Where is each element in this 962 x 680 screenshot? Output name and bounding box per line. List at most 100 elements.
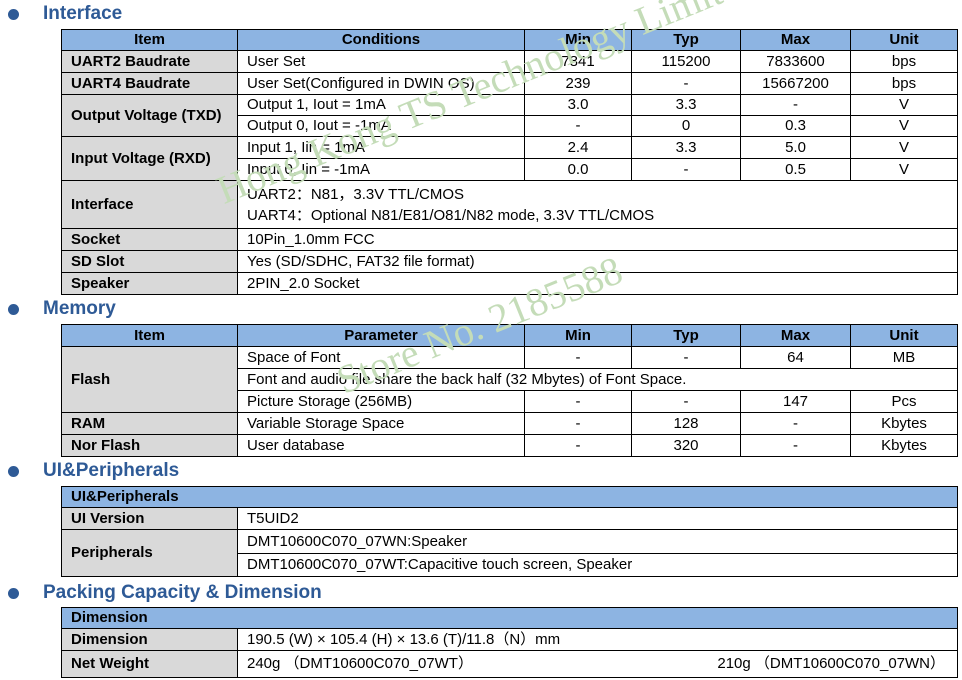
sd-slot-value: Yes (SD/SDHC, FAT32 file format) bbox=[237, 250, 958, 273]
bullet-icon bbox=[8, 465, 19, 477]
section-interface: Interface bbox=[0, 3, 122, 25]
output1-conditions: Output 1, Iout = 1mA bbox=[237, 94, 525, 116]
ram-param: Variable Storage Space bbox=[237, 412, 525, 435]
uart4-min: 239 bbox=[524, 72, 632, 95]
uart4-typ: - bbox=[631, 72, 741, 95]
output0-typ: 0 bbox=[631, 115, 741, 137]
packing-table: Dimension Dimension 190.5 (W) × 105.4 (H… bbox=[61, 607, 958, 678]
flash-font-unit: MB bbox=[850, 346, 958, 369]
input1-typ: 3.3 bbox=[631, 136, 741, 159]
peripherals-wt: DMT10600C070_07WT:Capacitive touch scree… bbox=[237, 553, 958, 577]
output-voltage-label: Output Voltage (TXD) bbox=[61, 94, 238, 137]
nor-flash-param: User database bbox=[237, 434, 525, 457]
flash-picture-min: - bbox=[524, 390, 632, 413]
interface-label: Interface bbox=[61, 180, 238, 229]
ui-version-value: T5UID2 bbox=[237, 507, 958, 530]
input0-min: 0.0 bbox=[524, 158, 632, 181]
input1-conditions: Input 1, Iin = 1mA bbox=[237, 136, 525, 159]
nor-flash-max: - bbox=[740, 434, 851, 457]
input1-max: 5.0 bbox=[740, 136, 851, 159]
input0-conditions: Input 0, Iin = -1mA bbox=[237, 158, 525, 181]
uart2-conditions: User Set bbox=[237, 50, 525, 73]
interface-table: Item Conditions Min Typ Max Unit UART2 B… bbox=[61, 29, 958, 295]
ui-peripherals-table: UI&Peripherals UI Version T5UID2 Periphe… bbox=[61, 486, 958, 577]
ram-min: - bbox=[524, 412, 632, 435]
bullet-icon bbox=[8, 303, 19, 315]
net-weight-wt: 240g （DMT10600C070_07WT） bbox=[247, 655, 473, 672]
output1-typ: 3.3 bbox=[631, 94, 741, 116]
interface-value: UART2：N81，3.3V TTL/CMOS UART4：Optional N… bbox=[237, 180, 958, 229]
header-item: Item bbox=[61, 324, 238, 347]
bullet-icon bbox=[8, 8, 19, 20]
input1-unit: V bbox=[850, 136, 958, 159]
section-title: Memory bbox=[43, 298, 116, 319]
ui-peripherals-header: UI&Peripherals bbox=[61, 486, 958, 508]
nor-flash-typ: 320 bbox=[631, 434, 741, 457]
uart4-conditions: User Set(Configured in DWIN OS) bbox=[237, 72, 525, 95]
uart4-label: UART4 Baudrate bbox=[61, 72, 238, 95]
input0-typ: - bbox=[631, 158, 741, 181]
header-typ: Typ bbox=[631, 324, 741, 347]
section-ui-peripherals: UI&Peripherals bbox=[0, 460, 179, 482]
peripherals-wn: DMT10600C070_07WN:Speaker bbox=[237, 529, 958, 554]
output1-max: - bbox=[740, 94, 851, 116]
section-packing: Packing Capacity & Dimension bbox=[0, 582, 322, 604]
socket-value: 10Pin_1.0mm FCC bbox=[237, 228, 958, 251]
nor-flash-min: - bbox=[524, 434, 632, 457]
output0-min: - bbox=[524, 115, 632, 137]
uart2-typ: 115200 bbox=[631, 50, 741, 73]
uart2-max: 7833600 bbox=[740, 50, 851, 73]
interface-line-uart4: UART4：Optional N81/E81/O81/N82 mode, 3.3… bbox=[247, 206, 655, 224]
nor-flash-label: Nor Flash bbox=[61, 434, 238, 457]
bullet-icon bbox=[8, 587, 19, 599]
output0-conditions: Output 0, Iout = -1mA bbox=[237, 115, 525, 137]
peripherals-label: Peripherals bbox=[61, 529, 238, 577]
input0-max: 0.5 bbox=[740, 158, 851, 181]
header-max: Max bbox=[740, 29, 851, 51]
flash-picture-storage: Picture Storage (256MB) bbox=[237, 390, 525, 413]
net-weight-label: Net Weight bbox=[61, 650, 238, 678]
ui-version-label: UI Version bbox=[61, 507, 238, 530]
flash-font-space: Space of Font bbox=[237, 346, 525, 369]
dimension-value: 190.5 (W) × 105.4 (H) × 13.6 (T)/11.8（N）… bbox=[237, 628, 958, 651]
uart2-unit: bps bbox=[850, 50, 958, 73]
memory-table: Item Parameter Min Typ Max Unit Flash Sp… bbox=[61, 324, 958, 457]
net-weight-wn: 210g （DMT10600C070_07WN） bbox=[717, 655, 945, 672]
dimension-label: Dimension bbox=[61, 628, 238, 651]
sd-slot-label: SD Slot bbox=[61, 250, 238, 273]
flash-font-min: - bbox=[524, 346, 632, 369]
uart4-max: 15667200 bbox=[740, 72, 851, 95]
flash-note: Font and audio file share the back half … bbox=[237, 368, 958, 391]
speaker-label: Speaker bbox=[61, 272, 238, 295]
section-memory: Memory bbox=[0, 298, 116, 320]
header-unit: Unit bbox=[850, 324, 958, 347]
ram-label: RAM bbox=[61, 412, 238, 435]
speaker-value: 2PIN_2.0 Socket bbox=[237, 272, 958, 295]
flash-picture-typ: - bbox=[631, 390, 741, 413]
uart2-min: 7841 bbox=[524, 50, 632, 73]
section-title: UI&Peripherals bbox=[43, 460, 180, 481]
input0-unit: V bbox=[850, 158, 958, 181]
flash-label: Flash bbox=[61, 346, 238, 413]
section-title: Packing Capacity & Dimension bbox=[43, 582, 322, 603]
header-unit: Unit bbox=[850, 29, 958, 51]
output0-max: 0.3 bbox=[740, 115, 851, 137]
dimension-header: Dimension bbox=[61, 607, 958, 629]
flash-font-typ: - bbox=[631, 346, 741, 369]
header-conditions: Conditions bbox=[237, 29, 525, 51]
header-parameter: Parameter bbox=[237, 324, 525, 347]
ram-unit: Kbytes bbox=[850, 412, 958, 435]
header-typ: Typ bbox=[631, 29, 741, 51]
header-min: Min bbox=[524, 29, 632, 51]
net-weight-value: 240g （DMT10600C070_07WT） 210g （DMT10600C… bbox=[237, 650, 958, 678]
ram-typ: 128 bbox=[631, 412, 741, 435]
socket-label: Socket bbox=[61, 228, 238, 251]
flash-picture-unit: Pcs bbox=[850, 390, 958, 413]
input-voltage-label: Input Voltage (RXD) bbox=[61, 136, 238, 181]
input1-min: 2.4 bbox=[524, 136, 632, 159]
output1-unit: V bbox=[850, 94, 958, 116]
header-item: Item bbox=[61, 29, 238, 51]
flash-picture-max: 147 bbox=[740, 390, 851, 413]
header-min: Min bbox=[524, 324, 632, 347]
section-title: Interface bbox=[43, 3, 123, 24]
